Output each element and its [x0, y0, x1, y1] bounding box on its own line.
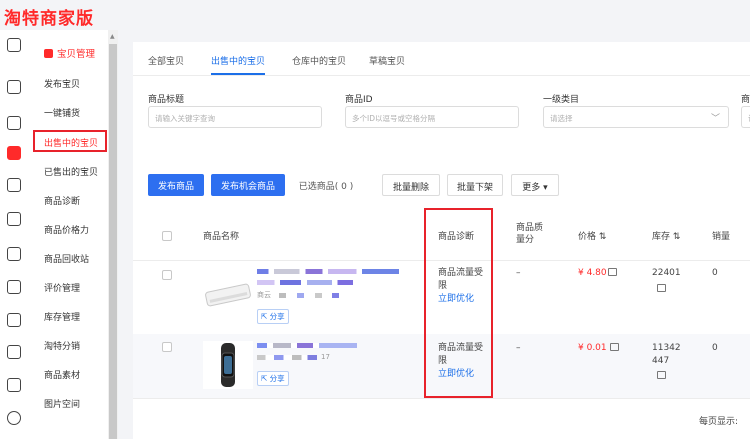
product-image-band[interactable]: [203, 341, 253, 389]
edit-price-icon[interactable]: [608, 268, 617, 276]
product-id-blurred: [279, 293, 339, 298]
service-icon[interactable]: [7, 378, 21, 392]
sidebar-item-sold[interactable]: 已售出的宝贝: [44, 165, 98, 178]
product-id-prefix: 商云: [257, 291, 271, 299]
edit-price-icon[interactable]: [610, 343, 619, 351]
batch-offline-button[interactable]: 批量下架: [447, 174, 503, 196]
edit-stock-icon[interactable]: [657, 284, 666, 292]
sidebar-item-diagnosis[interactable]: 商品诊断: [44, 194, 80, 207]
extra-filter-label: 商: [741, 95, 750, 105]
share-button[interactable]: ⇱ 分享: [257, 309, 289, 324]
title-filter-input[interactable]: 请输入关键字查询: [148, 106, 322, 128]
col-sales: 销量: [712, 232, 731, 242]
main-panel: 全部宝贝 出售中的宝贝 仓库中的宝贝 草稿宝贝 商品标题 请输入关键字查询 商品…: [133, 42, 750, 439]
icon-rail: [0, 30, 30, 439]
more-button[interactable]: 更多 ▾: [511, 174, 559, 196]
orders-icon[interactable]: [7, 116, 21, 130]
stock-value: 11342447: [652, 343, 681, 366]
smart-band-icon: [203, 341, 253, 389]
chevron-down-icon: ﹀: [710, 114, 720, 124]
quality-score: –: [516, 268, 521, 278]
row-checkbox[interactable]: [162, 342, 172, 352]
share-button[interactable]: ⇱ 分享: [257, 371, 289, 386]
tab-warehouse[interactable]: 仓库中的宝贝: [292, 54, 346, 67]
product-id-blurred: [257, 355, 317, 360]
product-title-blurred: [257, 269, 399, 274]
sidebar-item-images[interactable]: 图片空间: [44, 397, 80, 410]
col-name: 商品名称: [203, 232, 240, 242]
title-filter-label: 商品标题: [148, 95, 185, 105]
sidebar-item-one-click[interactable]: 一键铺货: [44, 106, 80, 119]
category-filter-label: 一级类目: [543, 95, 580, 105]
category-select-value: 请选择: [550, 114, 573, 123]
col-price[interactable]: 价格 ⇅: [578, 229, 606, 242]
publish-button[interactable]: 发布商品: [148, 174, 204, 196]
coin-icon[interactable]: [7, 411, 21, 425]
goods-icon[interactable]: [7, 146, 21, 160]
goods-icon: [44, 49, 53, 58]
row-checkbox[interactable]: [162, 270, 172, 280]
sidebar-item-recycle[interactable]: 商品回收站: [44, 252, 89, 265]
sidebar-item-materials[interactable]: 商品素材: [44, 368, 80, 381]
app-logo: 淘特商家版: [4, 9, 94, 29]
user-icon[interactable]: [7, 345, 21, 359]
air-conditioner-icon: [205, 283, 251, 307]
publish-chance-button[interactable]: 发布机会商品: [211, 174, 285, 196]
stock-value: 22401: [652, 268, 681, 278]
product-id-suffix: 17: [321, 353, 330, 361]
product-subtitle-blurred: [257, 280, 353, 285]
shop-bag-icon[interactable]: [7, 38, 21, 52]
tab-all[interactable]: 全部宝贝: [148, 54, 184, 67]
sidebar-item-stock[interactable]: 库存管理: [44, 310, 80, 323]
share-icon: ⇱: [261, 312, 270, 321]
chart-icon[interactable]: [7, 313, 21, 327]
id-filter-input[interactable]: 多个ID以逗号或空格分隔: [345, 106, 519, 128]
sidebar-item-distribution[interactable]: 淘特分销: [44, 339, 80, 352]
sidebar-item-price-power[interactable]: 商品价格力: [44, 223, 89, 236]
chat-icon[interactable]: [7, 280, 21, 294]
scroll-up-icon[interactable]: ▲: [110, 33, 115, 40]
product-title-blurred: [257, 343, 357, 348]
col-quality: 商品质量分: [516, 223, 544, 245]
batch-delete-button[interactable]: 批量删除: [382, 174, 440, 196]
truck-icon[interactable]: [7, 178, 21, 192]
tabs-divider: [133, 75, 750, 76]
quality-score: –: [516, 343, 521, 353]
message-icon[interactable]: [7, 212, 21, 226]
sidebar-scrollbar[interactable]: ▲: [108, 30, 118, 439]
product-image-aircon[interactable]: [203, 272, 253, 320]
price-value: ¥ 0.01: [578, 343, 607, 353]
sidebar-menu: 宝贝管理 发布宝贝 一键铺货 出售中的宝贝 已售出的宝贝 商品诊断 商品价格力 …: [30, 30, 108, 439]
home-icon[interactable]: [7, 80, 21, 94]
sidebar-header[interactable]: 宝贝管理: [44, 46, 95, 60]
id-filter-label: 商品ID: [345, 95, 373, 105]
sidebar-item-reviews[interactable]: 评价管理: [44, 281, 80, 294]
scrollbar-thumb[interactable]: [109, 44, 117, 439]
price-value: ¥ 4.80: [578, 268, 607, 278]
edit-stock-icon[interactable]: [657, 371, 666, 379]
tab-on-sale[interactable]: 出售中的宝贝: [211, 54, 265, 67]
tab-draft[interactable]: 草稿宝贝: [369, 54, 405, 67]
extra-filter-input[interactable]: 请: [741, 106, 750, 128]
per-page-label: 每页显示:: [699, 417, 739, 427]
diagnosis-highlight-box: [424, 208, 493, 398]
select-all-checkbox[interactable]: [162, 231, 172, 241]
share-icon: ⇱: [261, 374, 270, 383]
category-select[interactable]: 请选择 ﹀: [543, 106, 729, 128]
data-icon[interactable]: [7, 247, 21, 261]
col-stock[interactable]: 库存 ⇅: [652, 229, 680, 242]
sidebar-item-on-sale[interactable]: 出售中的宝贝: [33, 130, 107, 152]
sidebar-item-publish[interactable]: 发布宝贝: [44, 77, 80, 90]
sales-value: 0: [712, 343, 718, 353]
selected-count: 已选商品( 0 ): [298, 182, 354, 192]
sales-value: 0: [712, 268, 718, 278]
